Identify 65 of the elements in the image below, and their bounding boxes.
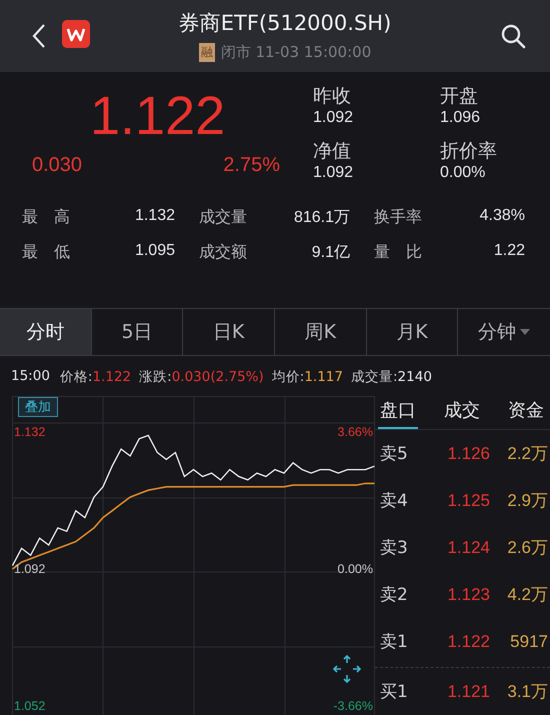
axis-price-label: 1.092 — [14, 560, 46, 577]
order-level: 买1 — [380, 681, 409, 703]
order-level: 卖4 — [380, 490, 409, 512]
quote-value: 1.092 — [313, 108, 354, 128]
chart-tab[interactable]: 分时 — [0, 309, 92, 356]
order-volume: 4.2万 — [506, 584, 548, 606]
quote-info: 价格:1.122 — [60, 368, 132, 388]
stat-label: 量 比 — [374, 242, 422, 263]
quote-value: 0.00% — [440, 163, 486, 184]
quote-value: 1.092 — [313, 163, 354, 184]
axis-price-label: 1.052 — [14, 698, 46, 714]
order-level: 卖3 — [380, 537, 409, 559]
quote-info: 涨跌:0.030(2.75%) — [139, 368, 264, 388]
back-icon[interactable] — [32, 22, 46, 49]
order-volume: 2.6万 — [506, 537, 548, 559]
stat-value: 816.1万 — [294, 208, 350, 228]
quote-info: 均价:1.117 — [272, 368, 343, 388]
order-level: 卖1 — [380, 631, 409, 653]
stat-label: 最 高 — [22, 206, 70, 228]
stock-title: 券商ETF(512000.SH) — [178, 10, 392, 38]
axis-price-label: 1.132 — [14, 424, 46, 440]
caret-icon — [520, 329, 530, 336]
quote-label: 开盘 — [440, 84, 479, 108]
quote-info: 成交量:2140 — [350, 368, 432, 388]
order-price: 1.122 — [446, 632, 490, 652]
market-status: 闭市 11-03 15:00:00 — [220, 43, 372, 62]
quote-label: 折价率 — [440, 139, 498, 164]
price-change: 0.030 — [32, 154, 82, 177]
order-price: 1.125 — [446, 490, 490, 510]
quote-time: 15:00 — [11, 368, 50, 386]
stat-value: 9.1亿 — [312, 242, 350, 263]
stat-value: 1.132 — [134, 206, 175, 226]
axis-percent-label: 0.00% — [338, 560, 373, 577]
app-logo-icon — [62, 20, 90, 48]
stat-label: 最 低 — [22, 242, 70, 263]
axis-percent-label: -3.66% — [333, 698, 373, 714]
order-volume: 5917 — [509, 632, 548, 652]
stat-value: 4.38% — [480, 206, 525, 226]
order-price: 1.124 — [446, 538, 490, 558]
order-price: 1.121 — [446, 682, 490, 702]
percent-change: 2.75% — [223, 154, 280, 177]
orderbook-tab[interactable]: 资金 — [506, 394, 546, 429]
margin-badge: 融 — [198, 43, 215, 62]
order-volume: 2.9万 — [506, 490, 548, 512]
order-volume: 3.1万 — [506, 681, 548, 703]
axis-percent-label: 3.66% — [338, 424, 373, 440]
order-price: 1.126 — [446, 444, 490, 464]
orderbook-tab[interactable]: 盘口 — [378, 394, 418, 429]
stat-value: 1.095 — [134, 242, 175, 261]
order-volume: 2.2万 — [506, 443, 548, 465]
quote-label: 昨收 — [313, 84, 352, 108]
stat-label: 换手率 — [374, 206, 422, 228]
quote-value: 1.096 — [440, 108, 482, 128]
stat-value: 1.22 — [494, 242, 525, 261]
overlay-button[interactable]: 叠加 — [18, 397, 58, 417]
order-price: 1.123 — [446, 584, 490, 604]
expand-icon[interactable] — [332, 654, 362, 684]
order-level: 卖2 — [380, 584, 409, 606]
order-level: 卖5 — [380, 443, 409, 465]
last-price: 1.122 — [90, 84, 226, 148]
search-icon[interactable] — [500, 22, 526, 49]
stat-label: 成交额 — [199, 242, 247, 263]
quote-label: 净值 — [313, 139, 352, 164]
stat-label: 成交量 — [199, 206, 247, 228]
orderbook-tab[interactable]: 成交 — [442, 394, 482, 429]
